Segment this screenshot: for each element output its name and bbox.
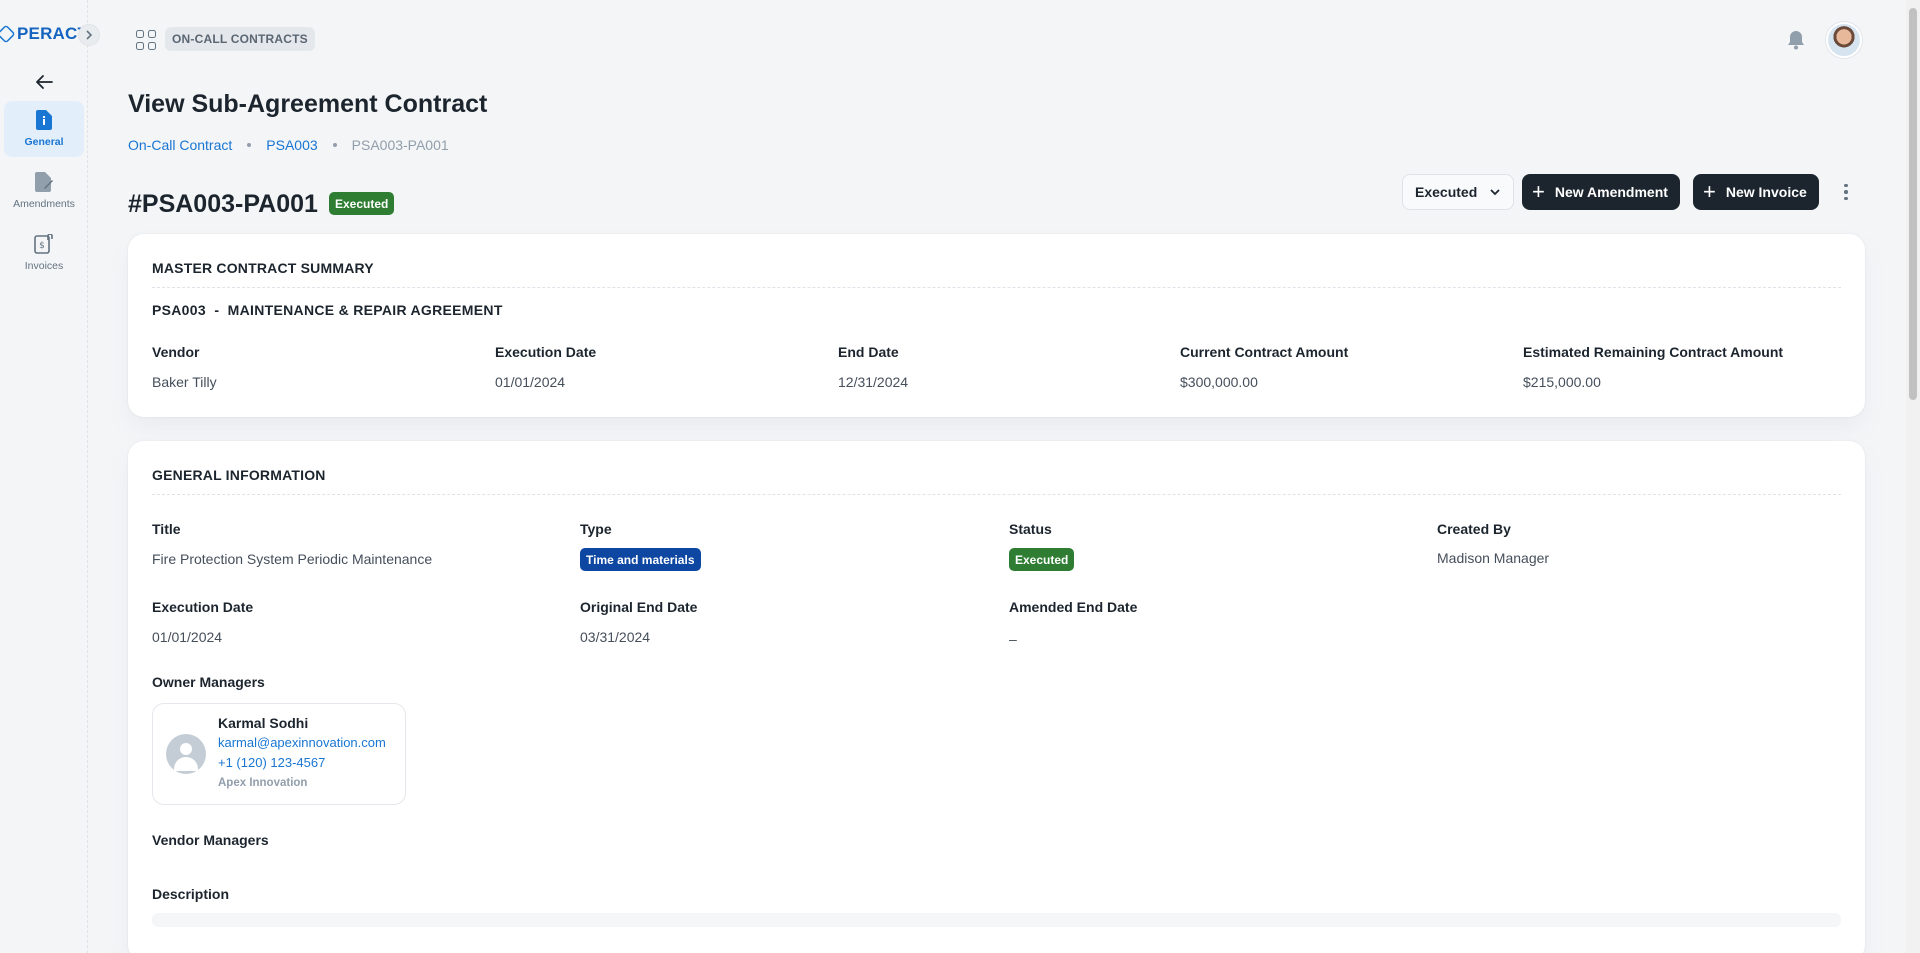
notification-bell-icon[interactable] (1787, 30, 1805, 50)
field-label-vendor-managers: Vendor Managers (152, 832, 269, 848)
field-value-original-end-date: 03/31/2024 (580, 629, 651, 645)
sidebar-item-general[interactable]: General (4, 101, 84, 157)
field-label-current-amount: Current Contract Amount (1180, 344, 1349, 360)
sidebar-item-amendments[interactable]: Amendments (4, 163, 84, 219)
module-label: ON-CALL CONTRACTS (165, 27, 315, 51)
breadcrumb-link-on-call-contract[interactable]: On-Call Contract (128, 137, 232, 153)
field-value-end-date: 12/31/2024 (838, 374, 909, 390)
manager-company: Apex Innovation (218, 777, 308, 789)
field-label-end-date: End Date (838, 344, 899, 360)
plus-icon: + (1703, 179, 1716, 204)
scrollbar-thumb[interactable] (1909, 8, 1917, 400)
svg-text:$: $ (39, 241, 45, 251)
new-amendment-label: New Amendment (1554, 184, 1668, 200)
more-options-icon[interactable] (1840, 180, 1852, 204)
breadcrumb-separator (332, 143, 337, 147)
apps-grid-icon[interactable] (136, 30, 156, 50)
chevron-right-icon (86, 30, 93, 40)
breadcrumb-link-master-contract[interactable]: PSA003 (266, 137, 317, 153)
breadcrumb-separator (247, 143, 252, 147)
field-label-created-by: Created By (1437, 521, 1511, 537)
field-label-type: Type (580, 521, 612, 537)
field-label-status: Status (1009, 521, 1052, 537)
sidebar-item-label: General (24, 136, 64, 148)
master-contract-summary-card: MASTER CONTRACT SUMMARY PSA003 - MAINTEN… (128, 234, 1865, 417)
user-avatar[interactable] (1826, 22, 1862, 58)
new-amendment-button[interactable]: + New Amendment (1522, 174, 1680, 210)
manager-name: Karmal Sodhi (218, 715, 309, 731)
status-badge: Executed (329, 192, 395, 215)
field-label-original-end-date: Original End Date (580, 599, 698, 615)
app-logo[interactable]: PERACT (0, 24, 88, 44)
new-invoice-label: New Invoice (1725, 184, 1807, 200)
status-badge: Executed (1009, 548, 1075, 571)
field-value-created-by: Madison Manager (1437, 550, 1550, 566)
type-badge: Time and materials (580, 548, 701, 571)
field-label-remaining-amount: Estimated Remaining Contract Amount (1523, 344, 1784, 360)
divider (152, 287, 1841, 288)
document-edit-icon (35, 172, 53, 192)
general-information-card: GENERAL INFORMATION Title Fire Protectio… (128, 441, 1865, 953)
breadcrumb: On-Call Contract PSA003 PSA003-PA001 (128, 137, 449, 153)
status-select[interactable]: Executed (1402, 174, 1514, 210)
logo-icon (0, 24, 16, 44)
field-value-execution-date: 01/01/2024 (495, 374, 566, 390)
breadcrumb-current: PSA003-PA001 (351, 137, 449, 153)
invoice-icon: $ (34, 234, 53, 254)
sidebar-collapse-button[interactable] (78, 24, 100, 46)
divider (152, 494, 1841, 495)
field-value-title: Fire Protection System Periodic Maintena… (152, 551, 433, 567)
page-title: View Sub-Agreement Contract (128, 90, 488, 118)
arrow-left-icon (36, 75, 53, 89)
plus-icon: + (1532, 179, 1545, 204)
contract-id-heading: #PSA003-PA001 (128, 190, 318, 218)
manager-email-link[interactable]: karmal@apexinnovation.com (218, 735, 386, 750)
description-field (152, 913, 1841, 927)
chevron-down-icon (1490, 189, 1500, 196)
field-value-amended-end-date: – (1009, 631, 1017, 647)
manager-phone-link[interactable]: +1 (120) 123-4567 (218, 755, 325, 770)
sidebar-item-invoices[interactable]: $ Invoices (4, 225, 84, 281)
sidebar: PERACT General Amendments $ Invoices (0, 0, 100, 953)
owner-manager-card: Karmal Sodhi karmal@apexinnovation.com +… (152, 703, 406, 805)
field-label-owner-managers: Owner Managers (152, 674, 265, 690)
field-label-execution-date: Execution Date (495, 344, 597, 360)
field-label-description: Description (152, 886, 230, 902)
master-contract-title: PSA003 - MAINTENANCE & REPAIR AGREEMENT (152, 302, 503, 318)
new-invoice-button[interactable]: + New Invoice (1693, 174, 1819, 210)
field-label-title: Title (152, 521, 181, 537)
person-avatar-icon (166, 734, 206, 774)
sidebar-item-label: Amendments (13, 198, 75, 210)
field-label-amended-end-date: Amended End Date (1009, 599, 1138, 615)
sidebar-item-label: Invoices (24, 260, 64, 272)
field-value-remaining-amount: $215,000.00 (1523, 374, 1601, 390)
section-heading: MASTER CONTRACT SUMMARY (152, 260, 374, 276)
section-heading: GENERAL INFORMATION (152, 467, 326, 483)
status-select-value: Executed (1415, 184, 1478, 200)
document-info-icon (36, 110, 52, 130)
field-label-execution-date: Execution Date (152, 599, 254, 615)
field-value-execution-date: 01/01/2024 (152, 629, 223, 645)
field-value-current-amount: $300,000.00 (1180, 374, 1258, 390)
field-value-vendor: Baker Tilly (152, 374, 217, 390)
back-button[interactable] (30, 70, 58, 94)
field-label-vendor: Vendor (152, 344, 200, 360)
page-scrollbar[interactable] (1906, 0, 1920, 953)
